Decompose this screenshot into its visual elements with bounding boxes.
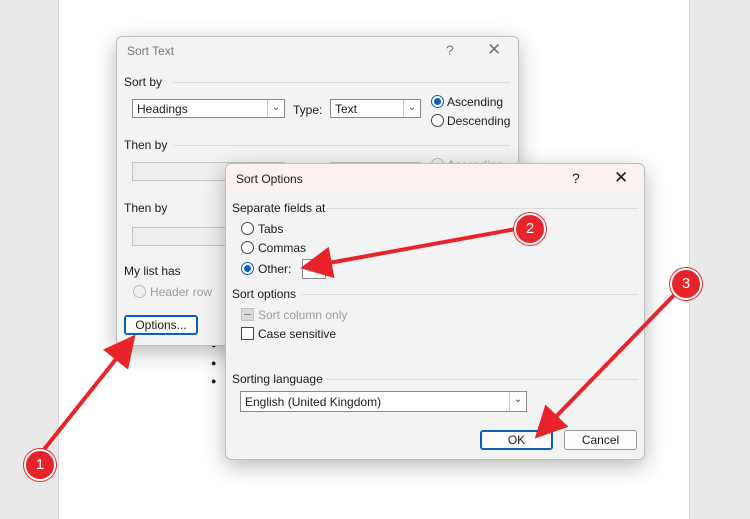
sort-text-titlebar: Sort Text ? ✕ [117, 37, 518, 65]
type-select[interactable]: Text ⌄ [330, 99, 421, 118]
commas-radio[interactable] [241, 241, 254, 254]
then-by-label-2: Then by [124, 201, 168, 215]
header-row-radio[interactable] [133, 285, 146, 298]
sort-by-value: Headings [137, 102, 188, 116]
help-icon[interactable]: ? [572, 170, 580, 186]
case-sensitive-checkbox[interactable] [241, 327, 254, 340]
case-sensitive-label: Case sensitive [258, 327, 337, 341]
divider [326, 379, 638, 380]
other-separator-input[interactable] [302, 259, 326, 279]
descending-label: Descending [447, 114, 511, 128]
sorting-language-value: English (United Kingdom) [245, 395, 382, 409]
my-list-has-label: My list has [124, 264, 181, 278]
chevron-down-icon: ⌄ [403, 100, 420, 117]
divider [173, 82, 510, 83]
commas-label: Commas [258, 241, 307, 255]
annotation-marker-2: 2 [514, 213, 546, 245]
divider [173, 145, 510, 146]
sorting-language-label: Sorting language [232, 372, 323, 386]
descending-radio[interactable] [431, 114, 444, 127]
annotation-marker-3: 3 [670, 268, 702, 300]
sort-column-only-checkbox[interactable] [241, 308, 254, 321]
other-label: Other: [258, 262, 292, 276]
annotation-marker-1: 1 [24, 449, 56, 481]
sorting-language-select[interactable]: English (United Kingdom) ⌄ [240, 391, 527, 412]
separate-fields-label: Separate fields at [232, 201, 326, 215]
sort-options-titlebar: Sort Options ? ✕ [226, 164, 644, 194]
sort-column-only-label: Sort column only [258, 308, 348, 322]
dialog-title: Sort Options [236, 172, 303, 186]
ok-button[interactable]: OK [480, 430, 553, 450]
ascending-label: Ascending [447, 95, 504, 109]
close-icon[interactable]: ✕ [487, 40, 501, 60]
close-icon[interactable]: ✕ [614, 168, 628, 188]
type-value: Text [335, 102, 358, 116]
sort-options-dialog: Sort Options ? ✕ Separate fields at Tabs… [225, 163, 645, 460]
tabs-radio[interactable] [241, 222, 254, 235]
options-button[interactable]: Options... [124, 315, 198, 335]
help-icon[interactable]: ? [446, 42, 454, 58]
cancel-button[interactable]: Cancel [564, 430, 637, 450]
chevron-down-icon: ⌄ [267, 100, 284, 117]
then-by-label: Then by [124, 138, 168, 152]
tabs-label: Tabs [258, 222, 284, 236]
other-radio[interactable] [241, 262, 254, 275]
sort-options-label: Sort options [232, 287, 297, 301]
sort-by-select[interactable]: Headings ⌄ [132, 99, 285, 118]
divider [301, 294, 638, 295]
divider [326, 208, 638, 209]
dialog-title: Sort Text [127, 44, 175, 58]
chevron-down-icon: ⌄ [509, 392, 526, 411]
sort-by-label: Sort by [124, 75, 163, 89]
type-label: Type: [293, 103, 323, 117]
header-row-label: Header row [150, 285, 213, 299]
ascending-radio[interactable] [431, 95, 444, 108]
